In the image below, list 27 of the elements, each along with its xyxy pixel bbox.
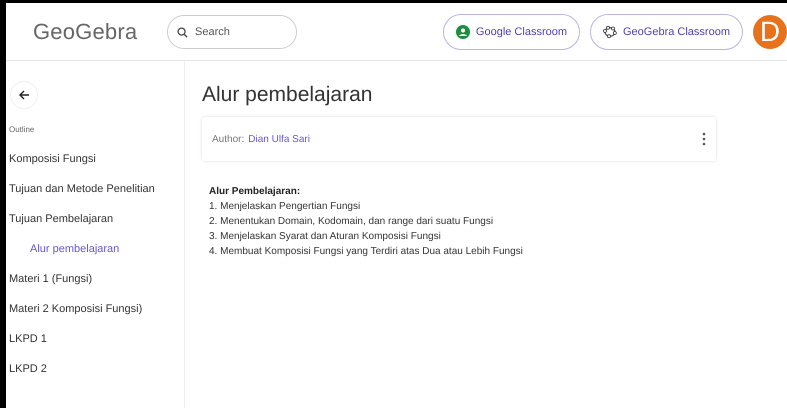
geogebra-logo[interactable]: GeoGebra — [33, 18, 167, 44]
outline-item[interactable]: LKPD 2 — [6, 354, 184, 384]
content-line: 2. Menentukan Domain, Kodomain, dan range dari suatu Fungsi — [209, 216, 494, 227]
content-line: 4. Membuat Komposisi Fungsi yang Terdiri atas Dua atau Lebih Fungsi — [209, 246, 524, 257]
outline-item[interactable]: LKPD 1 — [6, 324, 184, 354]
classroom-button[interactable]: GeoGebra Classroom — [590, 14, 743, 50]
back-button[interactable] — [10, 81, 38, 109]
classroom-button[interactable]: Google Classroom — [442, 14, 580, 50]
outline-item[interactable]: Alur pembelajaran — [6, 234, 184, 264]
outline-item[interactable]: Materi 1 (Fungsi) — [6, 264, 184, 294]
back-arrow-icon — [18, 89, 30, 101]
outline-heading: Outline — [9, 125, 36, 134]
page-title: Alur pembelajaran — [202, 83, 374, 107]
search-field[interactable]: Search — [167, 14, 297, 48]
outline-item[interactable]: Tujuan Pembelajaran — [6, 204, 184, 234]
search-icon — [177, 26, 188, 38]
geogebra-logo-icon — [603, 24, 617, 38]
author-link[interactable]: Dian Ulfa Sari — [248, 134, 310, 144]
classroom-icon — [456, 24, 470, 38]
more-options-icon[interactable] — [702, 132, 706, 146]
content-line: 3. Menjelaskan Syarat dan Aturan Komposisi Fungsi — [209, 231, 442, 242]
author-label: Author: — [212, 134, 244, 144]
outline-item[interactable]: Materi 2 Komposisi Fungsi) — [6, 294, 184, 324]
outline-item[interactable]: Tujuan dan Metode Penelitian — [6, 174, 184, 204]
content-line: 1. Menjelaskan Pengertian Fungsi — [209, 201, 362, 212]
content-heading: Alur Pembelajaran: — [209, 186, 302, 197]
outline-item[interactable]: Komposisi Fungsi — [6, 144, 184, 174]
